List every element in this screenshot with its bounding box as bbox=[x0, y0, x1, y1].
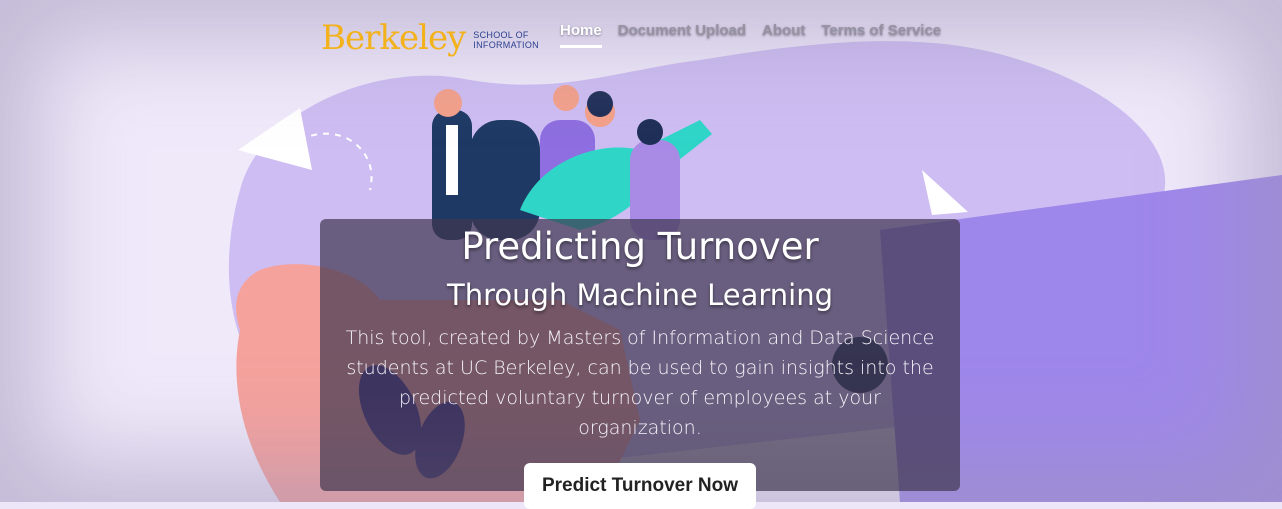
hero-title: Predicting Turnover bbox=[461, 225, 819, 268]
brand-wordmark: Berkeley bbox=[321, 18, 466, 58]
hero-subtitle: Through Machine Learning bbox=[446, 278, 834, 312]
brand-subtitle: SCHOOL OF INFORMATION bbox=[473, 30, 539, 50]
hero-card: Predicting Turnover Through Machine Lear… bbox=[320, 219, 960, 509]
predict-turnover-button[interactable]: Predict Turnover Now bbox=[523, 463, 756, 509]
hero-description: This tool, created by Masters of Informa… bbox=[345, 327, 935, 439]
berkeley-logo[interactable]: Berkeley SCHOOL OF INFORMATION bbox=[321, 18, 539, 58]
nav-home[interactable]: Home bbox=[560, 22, 602, 48]
brand-sub-line1: SCHOOL OF bbox=[473, 30, 529, 40]
nav-document-upload[interactable]: Document Upload bbox=[618, 22, 746, 48]
main-nav: Home Document Upload About Terms of Serv… bbox=[560, 22, 941, 48]
nav-about[interactable]: About bbox=[762, 22, 805, 48]
brand-sub-line2: INFORMATION bbox=[473, 40, 539, 50]
nav-terms-of-service[interactable]: Terms of Service bbox=[821, 22, 941, 48]
